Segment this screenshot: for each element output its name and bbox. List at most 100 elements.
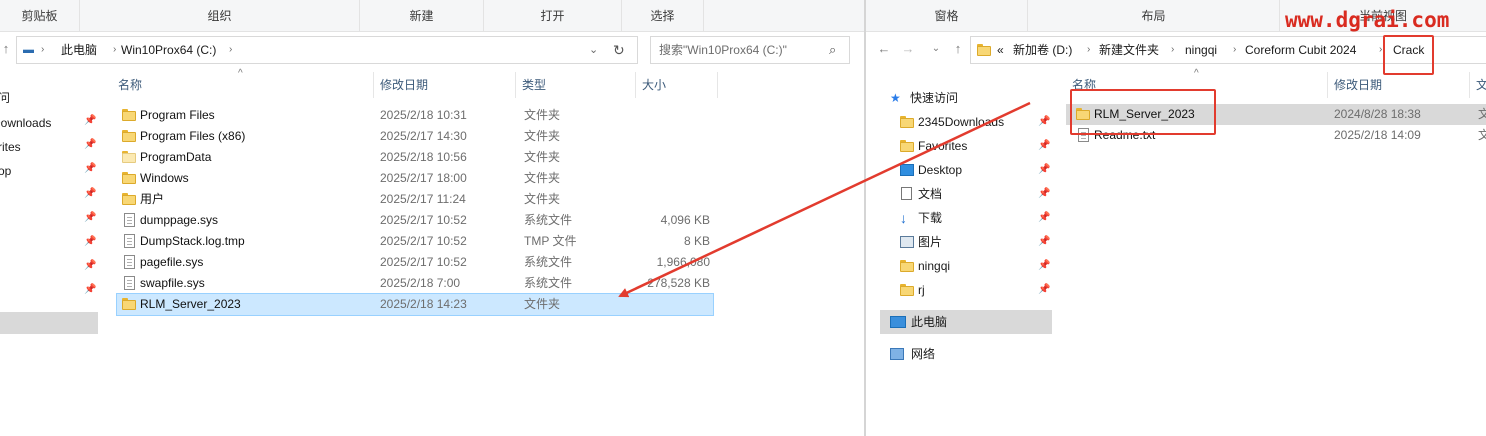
- folder-icon: [122, 172, 136, 184]
- forward-arrow-icon[interactable]: →: [898, 38, 918, 60]
- nav-item-downloads[interactable]: ↓ 下载 📌: [900, 206, 1050, 230]
- ribbon-new[interactable]: 新建: [360, 0, 484, 32]
- file-name: Program Files (x86): [140, 129, 246, 143]
- ribbon-organize[interactable]: 组织: [80, 0, 360, 32]
- breadcrumb-this-pc[interactable]: 此电脑: [61, 37, 97, 63]
- file-icon: [124, 234, 135, 248]
- nav-label: 下载: [918, 211, 943, 225]
- chevron-right-icon[interactable]: ›: [1379, 37, 1382, 63]
- file-name: dumppage.sys: [140, 213, 219, 227]
- pin-icon: 📌: [1038, 164, 1051, 175]
- folder-icon: [900, 140, 914, 152]
- chevron-right-icon[interactable]: ›: [1233, 37, 1236, 63]
- nav-item-quick-access[interactable]: 问: [0, 86, 10, 110]
- file-size: 8 KB: [683, 234, 710, 248]
- file-name: DumpStack.log.tmp: [140, 234, 245, 248]
- chevron-right-icon[interactable]: ›: [1087, 37, 1090, 63]
- breadcrumb-new-folder[interactable]: 新建文件夹: [1099, 37, 1159, 63]
- nav-item-desktop[interactable]: Desktop 📌: [900, 158, 1050, 182]
- download-arrow-icon: ↓: [900, 210, 907, 226]
- computer-icon: ▬: [23, 44, 34, 56]
- breadcrumb-overflow[interactable]: «: [997, 37, 1004, 63]
- breadcrumb-ningqi[interactable]: ningqi: [1185, 37, 1217, 63]
- ribbon-pane[interactable]: 窗格: [866, 0, 1028, 32]
- nav-item-desktop[interactable]: op: [0, 159, 11, 183]
- nav-item-rj[interactable]: rj 📌: [900, 278, 1050, 302]
- file-type: 文件夹: [524, 297, 561, 311]
- chevron-right-icon[interactable]: ›: [113, 37, 116, 63]
- annotation-box-crack: [1383, 35, 1434, 75]
- pin-icon: 📌: [84, 284, 97, 295]
- nav-item-selected[interactable]: [0, 312, 98, 334]
- nav-item-2345downloads[interactable]: 2345Downloads 📌: [900, 110, 1050, 134]
- nav-item-pictures[interactable]: 图片 📌: [900, 230, 1050, 254]
- file-date: 2025/2/18 10:31: [380, 108, 467, 122]
- nav-item-favorites[interactable]: Favorites 📌: [900, 134, 1050, 158]
- ribbon-bar: 剪贴板 组织 新建 打开 选择: [0, 0, 864, 32]
- nav-item-this-pc[interactable]: 此电脑: [880, 310, 1052, 334]
- column-header-date[interactable]: 修改日期: [1328, 72, 1470, 98]
- search-placeholder: 搜索"Win10Prox64 (C:)": [659, 43, 787, 57]
- file-row[interactable]: ProgramData 2025/2/18 10:56 文件夹: [116, 147, 714, 168]
- file-name: Program Files: [140, 108, 215, 122]
- address-bar[interactable]: ▬ › 此电脑 › Win10Prox64 (C:) › ⌄ ↻: [16, 36, 638, 64]
- file-row[interactable]: Windows 2025/2/17 18:00 文件夹: [116, 168, 714, 189]
- breadcrumb-c-drive[interactable]: Win10Prox64 (C:): [121, 37, 216, 63]
- file-date: 2025/2/18 14:09: [1334, 128, 1421, 142]
- pin-icon: 📌: [84, 212, 97, 223]
- file-row[interactable]: dumppage.sys 2025/2/17 10:52 系统文件 4,096 …: [116, 210, 714, 231]
- pictures-icon: [900, 236, 914, 248]
- breadcrumb-d-drive[interactable]: 新加卷 (D:): [1013, 37, 1072, 63]
- folder-icon: [122, 109, 136, 121]
- ribbon-select[interactable]: 选择: [622, 0, 704, 32]
- ribbon-clipboard[interactable]: 剪贴板: [0, 0, 80, 32]
- file-row[interactable]: 用户 2025/2/17 11:24 文件夹: [116, 189, 714, 210]
- chevron-right-icon[interactable]: ›: [229, 37, 232, 63]
- column-header-type[interactable]: 文: [1470, 72, 1486, 98]
- file-name: 用户: [140, 192, 165, 206]
- file-row[interactable]: swapfile.sys 2025/2/18 7:00 系统文件 278,528…: [116, 273, 714, 294]
- file-date: 2025/2/18 14:23: [380, 297, 467, 311]
- chevron-right-icon[interactable]: ›: [41, 37, 44, 63]
- refresh-icon[interactable]: ↻: [613, 37, 625, 63]
- up-arrow-icon[interactable]: ↑: [948, 38, 968, 60]
- nav-item-documents[interactable]: 文档 📌: [900, 182, 1050, 206]
- up-arrow-icon[interactable]: ↑: [0, 38, 16, 60]
- back-arrow-icon[interactable]: ←: [874, 38, 894, 60]
- file-date: 2025/2/17 18:00: [380, 171, 467, 185]
- pin-icon: 📌: [84, 236, 97, 247]
- search-icon[interactable]: ⌕: [829, 37, 836, 63]
- explorer-window-c-drive: 剪贴板 组织 新建 打开 选择 ↑ ▬ › 此电脑 › Win10Prox64 …: [0, 0, 864, 436]
- file-date: 2025/2/17 10:52: [380, 234, 467, 248]
- file-name: ProgramData: [140, 150, 212, 164]
- nav-label: ningqi: [918, 259, 951, 273]
- dropdown-chevron-icon[interactable]: ⌄: [589, 37, 598, 63]
- folder-icon: [122, 298, 136, 310]
- file-type: 文: [1478, 107, 1486, 121]
- file-date: 2025/2/17 10:52: [380, 213, 467, 227]
- ribbon-open[interactable]: 打开: [484, 0, 622, 32]
- nav-item-downloads[interactable]: Downloads: [0, 111, 51, 135]
- recent-chevron-icon[interactable]: ⌄: [926, 38, 946, 60]
- nav-item-favorites[interactable]: rites: [0, 135, 21, 159]
- nav-label: 文档: [918, 187, 943, 201]
- column-header-size[interactable]: 大小: [636, 72, 718, 98]
- file-row[interactable]: Program Files 2025/2/18 10:31 文件夹: [116, 105, 714, 126]
- file-row[interactable]: pagefile.sys 2025/2/17 10:52 系统文件 1,966,…: [116, 252, 714, 273]
- column-header-date[interactable]: 修改日期: [374, 72, 516, 98]
- file-date: 2024/8/28 18:38: [1334, 107, 1421, 121]
- breadcrumb-coreform[interactable]: Coreform Cubit 2024: [1245, 37, 1356, 63]
- network-icon: [890, 348, 904, 360]
- file-row[interactable]: Program Files (x86) 2025/2/17 14:30 文件夹: [116, 126, 714, 147]
- column-header-type[interactable]: 类型: [516, 72, 636, 98]
- pin-icon: 📌: [1038, 236, 1051, 247]
- file-row[interactable]: DumpStack.log.tmp 2025/2/17 10:52 TMP 文件…: [116, 231, 714, 252]
- file-type: 系统文件: [524, 276, 573, 290]
- pin-icon: 📌: [84, 188, 97, 199]
- search-input[interactable]: 搜索"Win10Prox64 (C:)" ⌕: [650, 36, 850, 64]
- nav-item-ningqi[interactable]: ningqi 📌: [900, 254, 1050, 278]
- file-row-selected[interactable]: RLM_Server_2023 2025/2/18 14:23 文件夹: [116, 293, 714, 316]
- chevron-right-icon[interactable]: ›: [1171, 37, 1174, 63]
- ribbon-layout[interactable]: 布局: [1028, 0, 1280, 32]
- column-header-name[interactable]: 名称: [112, 72, 374, 98]
